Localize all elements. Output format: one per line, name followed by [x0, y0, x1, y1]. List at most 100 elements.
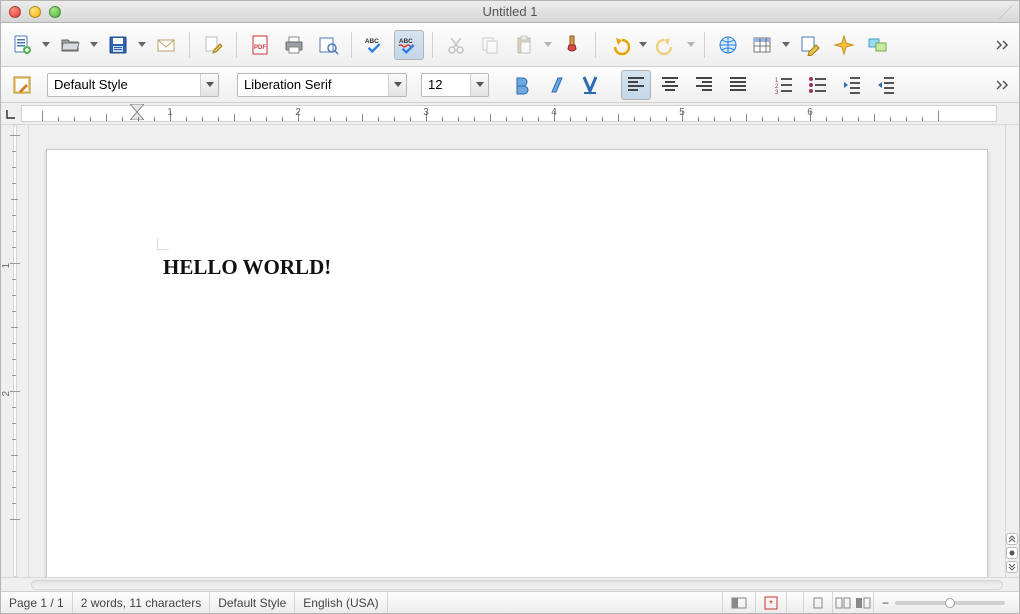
auto-spellcheck-button[interactable]: ABC: [394, 30, 424, 60]
underline-button[interactable]: [575, 70, 605, 100]
insert-table-button[interactable]: [747, 30, 777, 60]
gallery-icon: [866, 33, 890, 57]
envelope-icon: [154, 33, 178, 57]
editing-area: 12 HELLO WORLD!: [1, 125, 1019, 577]
status-selection-mode[interactable]: [723, 592, 756, 613]
edit-mode-button[interactable]: [198, 30, 228, 60]
svg-text:2: 2: [775, 84, 779, 90]
vertical-scrollbar[interactable]: [1005, 125, 1019, 577]
view-layout-multi[interactable]: [833, 592, 853, 613]
show-draw-functions-button[interactable]: [795, 30, 825, 60]
navigation-select-button[interactable]: [1006, 547, 1018, 559]
save-button[interactable]: [103, 30, 133, 60]
align-left-icon: [624, 73, 648, 97]
bulleted-list-button[interactable]: [803, 70, 833, 100]
align-right-button[interactable]: [689, 70, 719, 100]
view-layout-book[interactable]: [853, 592, 874, 613]
compass-star-icon: [832, 33, 856, 57]
chevron-down-icon: [200, 74, 218, 96]
open-document-menu[interactable]: [89, 30, 99, 60]
status-document-modified[interactable]: *: [756, 592, 787, 613]
new-document-icon: [10, 33, 34, 57]
gallery-button[interactable]: [863, 30, 893, 60]
open-document-button[interactable]: [55, 30, 85, 60]
copy-button[interactable]: [475, 30, 505, 60]
font-size-combo[interactable]: 12: [421, 73, 489, 97]
fullscreen-icon[interactable]: [999, 5, 1013, 19]
format-paintbrush-button[interactable]: [557, 30, 587, 60]
new-document-button[interactable]: [7, 30, 37, 60]
numbered-list-icon: 123: [772, 73, 796, 97]
bold-button[interactable]: [507, 70, 537, 100]
next-page-button[interactable]: [1006, 561, 1018, 573]
status-page[interactable]: Page 1 / 1: [1, 592, 73, 613]
svg-text:*: *: [769, 599, 773, 610]
export-pdf-button[interactable]: PDF: [245, 30, 275, 60]
page-surface[interactable]: HELLO WORLD!: [29, 125, 1005, 577]
italic-icon: [544, 73, 568, 97]
insert-table-menu[interactable]: [781, 30, 791, 60]
print-button[interactable]: [279, 30, 309, 60]
document-body-text[interactable]: HELLO WORLD!: [163, 255, 331, 280]
toolbar-overflow-button[interactable]: [993, 30, 1013, 60]
status-style[interactable]: Default Style: [210, 592, 295, 613]
redo-icon: [655, 33, 679, 57]
print-preview-icon: [316, 33, 340, 57]
numbered-list-button[interactable]: 123: [769, 70, 799, 100]
page[interactable]: HELLO WORLD!: [46, 149, 988, 577]
indent-marker[interactable]: [130, 104, 144, 123]
status-signature[interactable]: [787, 592, 804, 613]
status-language[interactable]: English (USA): [295, 592, 387, 613]
view-layout-single[interactable]: [804, 592, 833, 613]
auto-spellcheck-icon: ABC: [397, 33, 421, 57]
globe-icon: [716, 33, 740, 57]
tab-origin-button[interactable]: [1, 103, 21, 124]
paintbrush-icon: [560, 33, 584, 57]
paste-button[interactable]: [509, 30, 539, 60]
horizontal-ruler[interactable]: 123456: [1, 103, 1019, 125]
align-left-button[interactable]: [621, 70, 651, 100]
status-insert-mode[interactable]: [388, 592, 723, 613]
new-document-menu[interactable]: [41, 30, 51, 60]
spellcheck-button[interactable]: ABC: [360, 30, 390, 60]
open-document-icon: [58, 33, 82, 57]
styles-and-formatting-button[interactable]: [7, 70, 37, 100]
undo-menu[interactable]: [638, 30, 648, 60]
paste-menu[interactable]: [543, 30, 553, 60]
decrease-indent-button[interactable]: [837, 70, 867, 100]
book-view-icon: [855, 597, 871, 609]
formatting-toolbar-overflow-button[interactable]: [993, 70, 1013, 100]
draw-icon: [798, 33, 822, 57]
navigator-button[interactable]: [829, 30, 859, 60]
single-page-icon: [812, 597, 824, 609]
align-justify-button[interactable]: [723, 70, 753, 100]
align-center-button[interactable]: [655, 70, 685, 100]
email-document-button[interactable]: [151, 30, 181, 60]
print-icon: [282, 33, 306, 57]
vertical-ruler[interactable]: 12: [1, 125, 29, 577]
bulleted-list-icon: [806, 73, 830, 97]
status-wordcount[interactable]: 2 words, 11 characters: [73, 592, 211, 613]
italic-button[interactable]: [541, 70, 571, 100]
undo-button[interactable]: [604, 30, 634, 60]
undo-icon: [607, 33, 631, 57]
previous-page-button[interactable]: [1006, 533, 1018, 545]
increase-indent-button[interactable]: [871, 70, 901, 100]
redo-button[interactable]: [652, 30, 682, 60]
pdf-icon: PDF: [248, 33, 272, 57]
font-name-combo[interactable]: Liberation Serif: [237, 73, 407, 97]
font-name-value: Liberation Serif: [244, 77, 331, 92]
cut-button[interactable]: [441, 30, 471, 60]
ruler-number: 5: [679, 107, 685, 118]
chevron-up-double-icon: [1008, 535, 1016, 543]
save-icon: [106, 33, 130, 57]
horizontal-scrollbar[interactable]: [1, 577, 1019, 591]
print-preview-button[interactable]: [313, 30, 343, 60]
paragraph-style-combo[interactable]: Default Style: [47, 73, 219, 97]
align-center-icon: [658, 73, 682, 97]
zoom-slider[interactable]: −: [874, 592, 1019, 613]
save-menu[interactable]: [137, 30, 147, 60]
redo-menu[interactable]: [686, 30, 696, 60]
hyperlink-button[interactable]: [713, 30, 743, 60]
spellcheck-icon: ABC: [363, 33, 387, 57]
